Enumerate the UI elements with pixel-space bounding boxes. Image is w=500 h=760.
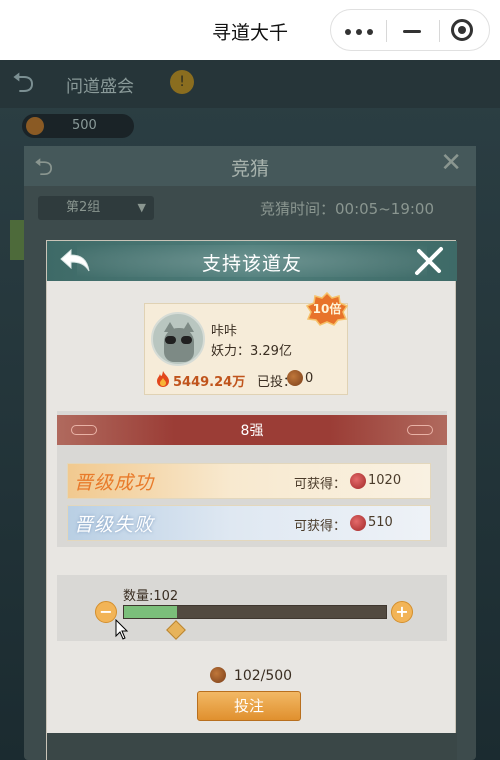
capsule-menu: [330, 9, 490, 51]
quantity-slider[interactable]: [123, 605, 387, 619]
background-peek: [47, 733, 457, 760]
quantity-slider-thumb[interactable]: [166, 620, 187, 640]
game-page-title: 问道盛会: [66, 77, 134, 97]
chevron-down-icon: ▼: [137, 201, 146, 214]
coin-icon: [26, 117, 44, 135]
avatar: [151, 312, 205, 366]
bet-value: 0: [305, 371, 314, 386]
support-dialog: 支持该道友 咔咔 妖力：3.29亿 10倍 5449.24万 已投： 0 8强 …: [46, 240, 457, 760]
dialog-header: 支持该道友: [47, 241, 457, 281]
quantity-slider-fill: [124, 606, 178, 618]
option-gain-label: 可获得：: [294, 519, 347, 534]
coin-amount: 500: [72, 118, 97, 133]
total-bet: 102/500: [47, 667, 455, 684]
multiplier-text: 10倍: [312, 302, 342, 316]
token-icon: [209, 667, 226, 683]
target-close-icon[interactable]: [451, 19, 473, 41]
quiz-time: 竞猜时间：00:05~19:00: [260, 200, 435, 218]
option-advance-success[interactable]: 晋级成功 可获得： 1020: [67, 463, 431, 499]
quantity-minus-button[interactable]: −: [95, 601, 117, 623]
dialog-title: 支持该道友: [201, 253, 302, 275]
ornament-icon: [407, 425, 433, 435]
quiz-close-icon[interactable]: ✕: [440, 148, 462, 178]
quiz-title: 竞猜: [230, 158, 269, 180]
multiplier-badge: 10倍: [305, 292, 349, 326]
group-select[interactable]: 第2组 ▼: [38, 196, 154, 220]
option-value: 1020: [368, 473, 402, 488]
reward-icon: [350, 473, 366, 489]
player-name: 咔咔: [211, 324, 238, 339]
token-icon: [287, 370, 303, 386]
info-icon[interactable]: !: [170, 70, 194, 94]
side-decoration: [10, 220, 24, 260]
quiz-header: ⮌ 竞猜 ✕: [24, 146, 476, 186]
rank-bar: 8强: [57, 415, 447, 445]
mini-program-navbar: 寻道大千: [0, 0, 500, 60]
quantity-label: 数量:102: [123, 589, 179, 604]
total-value: 102/500: [233, 668, 293, 684]
option-value: 510: [368, 515, 393, 530]
fire-icon: [157, 371, 169, 387]
close-icon[interactable]: [411, 243, 447, 279]
reward-icon: [350, 515, 366, 531]
quantity-plus-button[interactable]: +: [391, 601, 413, 623]
option-title: 晋级成功: [74, 472, 155, 494]
rank-label: 8强: [240, 423, 264, 439]
option-title: 晋级失败: [74, 514, 155, 536]
group-select-value: 第2组: [66, 200, 101, 215]
player-heat: 5449.24万: [173, 375, 246, 390]
minimize-icon[interactable]: [403, 30, 421, 33]
player-power: 妖力：3.29亿: [211, 344, 292, 359]
back-arrow-icon[interactable]: ⮌: [12, 68, 48, 98]
rank-section: 8强 晋级成功 可获得： 1020 晋级失败 可获得： 510: [57, 411, 447, 547]
quantity-section: 数量:102 − +: [57, 575, 447, 641]
coin-counter: 500: [22, 114, 134, 138]
mouse-cursor-icon: [115, 619, 129, 640]
place-bet-button[interactable]: 投注: [197, 691, 301, 721]
game-header: ⮌ 问道盛会 !: [0, 60, 500, 108]
more-dots-icon[interactable]: [345, 29, 373, 35]
player-card: 咔咔 妖力：3.29亿 10倍 5449.24万 已投： 0: [144, 292, 349, 395]
option-gain-label: 可获得：: [294, 477, 347, 492]
option-advance-fail[interactable]: 晋级失败 可获得： 510: [67, 505, 431, 541]
